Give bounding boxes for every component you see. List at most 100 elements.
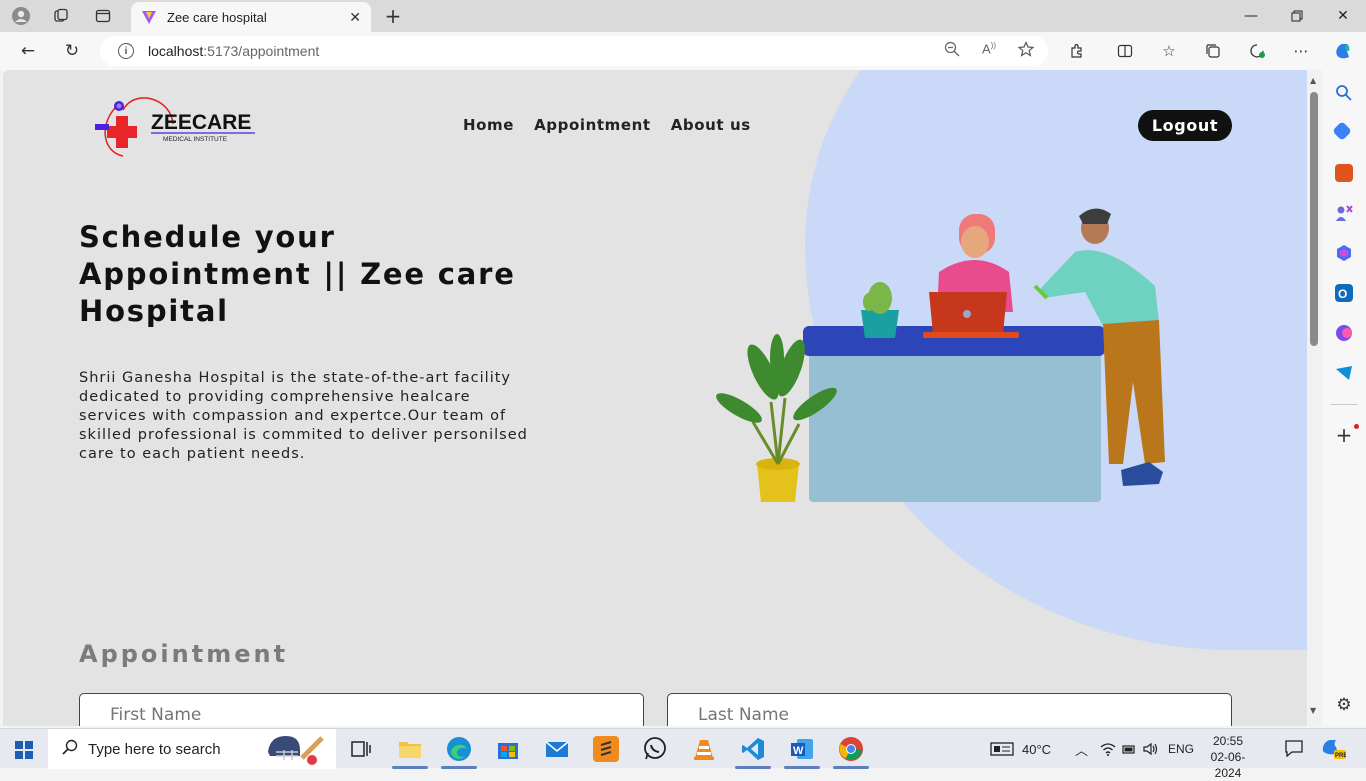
taskbar-search-box[interactable]: Type here to search [48,729,336,769]
chrome-icon[interactable] [838,736,864,762]
taskbar-search-placeholder: Type here to search [88,740,221,758]
vlc-icon[interactable] [691,736,717,762]
workspaces-icon[interactable] [48,4,74,28]
hero-description-line: dedicated to providing comprehensive hea… [79,389,471,405]
browser-tab-bar: Zee care hospital ✕ + — ✕ [0,0,1366,32]
scrollbar-thumb[interactable] [1310,92,1318,346]
browser-essentials-icon[interactable] [1246,40,1268,62]
clock-date: 02-06-2024 [1210,750,1246,780]
logo-text: ZEECARE [151,111,251,134]
games-icon[interactable] [1335,204,1353,222]
favorite-star-icon[interactable] [1017,41,1035,61]
weather-icon [990,742,1014,756]
svg-text:W: W [793,745,804,757]
hero-description: Shrii Ganesha Hospital is the state-of-t… [79,369,579,464]
hero-description-line: skilled professional is commited to deli… [79,427,528,443]
page-scrollbar[interactable]: ▲ ▼ [1307,70,1322,726]
favorites-icon[interactable]: ☆ [1158,40,1180,62]
notification-dot [1354,424,1359,429]
extensions-icon[interactable] [1066,40,1088,62]
vscode-icon[interactable] [740,736,766,762]
read-aloud-icon[interactable]: A)) [982,41,996,61]
vite-favicon-icon [142,11,156,24]
system-clock[interactable]: 20:55 02-06-2024 [1203,733,1253,781]
appointment-heading: Appointment [79,640,289,668]
back-icon[interactable]: ← [14,38,42,64]
reception-illustration [716,208,1165,502]
hero-title-line: Schedule your [79,220,336,254]
search-icon[interactable] [1335,84,1353,102]
copilot-icon[interactable] [1332,40,1354,62]
last-name-input[interactable] [667,693,1232,726]
hero-title: Schedule your Appointment || Zee care Ho… [79,219,559,330]
widgets-icon[interactable]: PRE [1320,737,1347,763]
url-host: localhost [148,43,204,59]
wifi-icon[interactable] [1100,742,1116,756]
windows-taskbar: Type here to search W 40°C ︿ ENG 20:55 0… [0,728,1366,780]
system-tray-icons: ︿ ENG [1075,729,1194,769]
language-indicator[interactable]: ENG [1168,742,1194,756]
send-icon[interactable] [1335,364,1353,382]
volume-icon[interactable] [1142,742,1158,756]
notifications-icon[interactable] [1283,737,1309,763]
sublime-text-icon[interactable] [593,736,619,762]
address-input[interactable]: i localhost:5173/appointment A)) [100,36,1048,66]
weather-widget[interactable]: 40°C [990,729,1051,769]
scroll-down-icon[interactable]: ▼ [1310,706,1316,715]
split-screen-icon[interactable] [1114,40,1136,62]
nav-about-us[interactable]: About us [671,116,751,134]
site-info-icon[interactable]: i [118,43,134,59]
new-tab-button[interactable]: + [380,4,406,28]
page-viewport: ZEECARE MEDICAL INSTITUTE Home Appointme… [3,70,1307,726]
add-sidebar-app-icon[interactable]: + [1335,425,1353,445]
tab-actions-icon[interactable] [90,4,116,28]
tab-title: Zee care hospital [167,9,267,25]
hero-description-line: services with compassion and expertce.Ou… [79,408,507,424]
whatsapp-icon[interactable] [642,736,668,762]
logout-button[interactable]: Logout [1138,110,1232,141]
logo-subtext: MEDICAL INSTITUTE [163,136,228,143]
collections-icon[interactable] [1202,40,1224,62]
word-icon[interactable]: W [789,736,815,762]
file-explorer-icon[interactable] [397,736,423,762]
close-window-button[interactable]: ✕ [1320,0,1366,32]
battery-icon[interactable] [1122,743,1136,755]
mail-icon[interactable] [544,736,570,762]
sidebar-divider [1330,404,1358,405]
cricket-helmet-icon [268,736,324,765]
address-toolbar: ← ↻ i localhost:5173/appointment A)) ☆ ⋯ [0,32,1366,70]
minimize-button[interactable]: — [1228,0,1274,32]
main-nav: Home Appointment About us [463,116,751,134]
nav-home[interactable]: Home [463,116,514,134]
first-name-input[interactable] [79,693,644,726]
microsoft-365-icon[interactable] [1335,244,1353,262]
active-tab[interactable]: Zee care hospital ✕ [131,2,371,32]
refresh-icon[interactable]: ↻ [58,38,86,64]
hero-title-line: Hospital [79,294,229,328]
taskbar-search-icon [62,739,78,760]
zeecare-logo: ZEECARE MEDICAL INSTITUTE [95,97,255,157]
scroll-up-icon[interactable]: ▲ [1310,76,1316,85]
edge-icon[interactable] [446,736,472,762]
task-view-icon[interactable] [348,736,374,762]
nav-appointment[interactable]: Appointment [534,116,651,134]
clock-time: 20:55 [1212,734,1244,748]
show-hidden-icons-icon[interactable]: ︿ [1075,740,1088,759]
outlook-icon[interactable]: O [1335,284,1353,302]
temperature-text: 40°C [1022,741,1052,757]
hero-description-line: Shrii Ganesha Hospital is the state-of-t… [79,370,511,386]
sidebar-settings-icon[interactable]: ⚙ [1335,696,1353,714]
tools-briefcase-icon[interactable] [1335,164,1353,182]
shopping-tag-icon[interactable] [1332,121,1352,141]
zoom-out-icon[interactable] [944,41,960,61]
desk-body [809,352,1101,502]
edge-sidebar: O + ⚙ [1322,70,1366,726]
more-menu-icon[interactable]: ⋯ [1290,40,1312,62]
windows-start-icon[interactable] [15,741,33,759]
profile-icon[interactable] [8,4,34,28]
restore-button[interactable] [1274,0,1320,32]
close-tab-icon[interactable]: ✕ [349,9,361,26]
designer-icon[interactable] [1335,324,1353,342]
url-path: :5173/appointment [203,43,320,59]
microsoft-store-icon[interactable] [495,736,521,762]
